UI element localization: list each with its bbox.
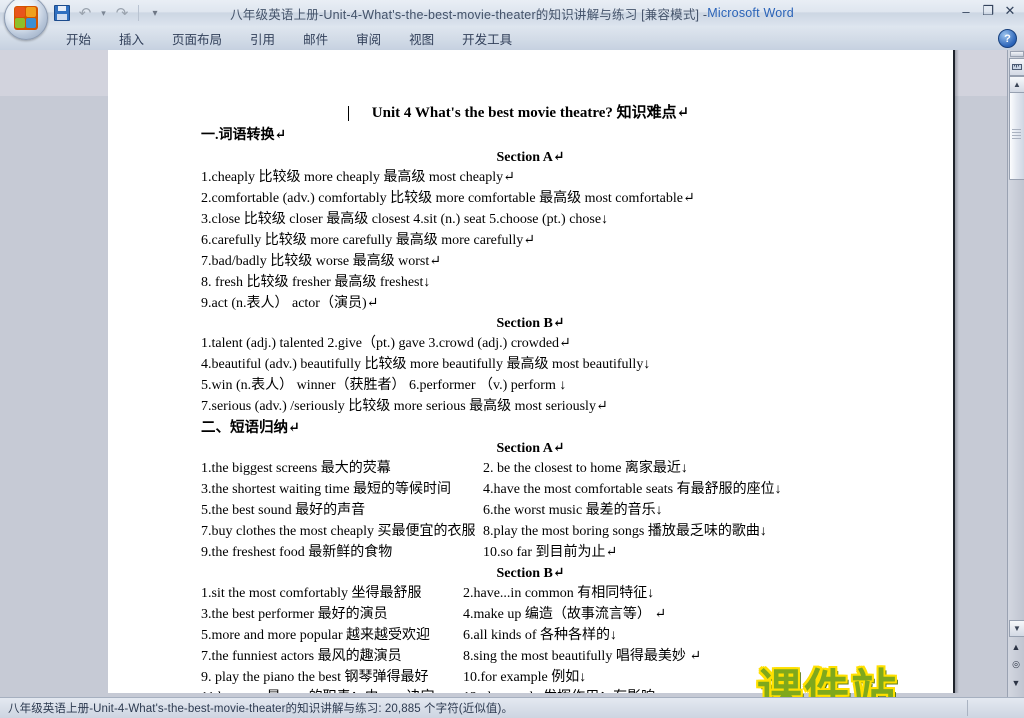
ribbon-tabs: 开始 插入 页面布局 引用 邮件 审阅 视图 开发工具 [52,26,526,50]
next-page-icon: ▼ [1011,677,1021,688]
scroll-up-button[interactable]: ▲ [1009,76,1024,93]
section-a-label: Section A↵ [496,150,565,165]
ruler-icon [1012,64,1022,70]
document-heading: Unit 4 What's the best movie theatre? 知识… [371,105,690,121]
phrase-line-right: 12.play a role 发挥作用；有影响↓ [463,691,662,694]
next-page-button[interactable]: ▼ [1010,676,1022,689]
word-line: 9.act (n.表人） actor（演员)↵ [201,296,379,311]
tab-home[interactable]: 开始 [52,25,105,52]
phrase-line-left: 9.the freshest food 最新鲜的食物 [201,545,393,560]
section-b-label: Section B↵ [496,316,565,331]
scrollbar-thumb[interactable] [1009,92,1024,180]
close-button[interactable]: ✕ [1000,2,1020,20]
phrase-line-left: 5.the best sound 最好的声音 [201,503,366,518]
chevron-down-icon: ▾ [101,7,106,18]
tab-references[interactable]: 引用 [236,25,289,52]
tab-page-layout[interactable]: 页面布局 [158,25,236,52]
save-button[interactable] [52,3,72,23]
document-content[interactable]: Unit 4 What's the best movie theatre? 知识… [108,50,953,694]
word-line: 7.bad/badly 比较级 worse 最高级 worst↵ [201,254,441,269]
previous-page-button[interactable]: ▲ [1010,640,1022,653]
word-line: 5.win (n.表人） winner（获胜者） 6.performer （v.… [201,378,567,393]
redo-icon: ↷ [115,4,129,22]
phrase-line-left: 7.the funniest actors 最风的趣演员 [201,649,402,664]
undo-button[interactable]: ↶ [75,3,95,23]
undo-icon: ↶ [78,4,92,22]
word-line: 4.beautiful (adv.) beautifully 比较级 more … [201,357,651,372]
window-controls: – ❐ ✕ [956,2,1020,20]
word-line: 2.comfortable (adv.) comfortably 比较级 mor… [201,191,695,206]
quick-access-toolbar: ↶ ▾ ↷ ▾ [52,2,165,24]
phrase-section-a-label: Section A↵ [496,441,565,456]
phrase-line-left: 3.the shortest waiting time 最短的等候时间 [201,482,452,497]
chevron-down-icon: ▼ [1013,624,1021,633]
tab-insert[interactable]: 插入 [105,25,158,52]
phrase-line-left: 7.buy clothes the most cheaply 买最便宜的衣服 [201,524,476,539]
phrase-section-b-label: Section B↵ [496,566,565,581]
phrase-line-left: 3.the best performer 最好的演员 [201,607,388,622]
window-title-text: 八年级英语上册-Unit-4-What's-the-best-movie-the… [230,7,708,22]
phrase-line-left: 5.more and more popular 越来越受欢迎 [201,628,431,643]
previous-page-icon: ▲ [1011,641,1021,652]
word-application-window: ↶ ▾ ↷ ▾ 八年级英语上册-Unit-4-What's-the-best-m… [0,0,1024,718]
phrase-line-right: 10.for example 例如↓ [463,670,587,685]
phrase-line-right: 4.make up 编造（故事流言等） ↵ [463,607,667,622]
split-window-handle[interactable] [1010,51,1024,57]
document-workspace: Unit 4 What's the best movie theatre? 知识… [0,50,1024,698]
phrase-line-right: 6.all kinds of 各种各样的↓ [463,628,617,643]
phrase-line-right: 2.have...in common 有相同特征↓ [463,586,655,601]
tab-review[interactable]: 审阅 [342,25,395,52]
application-name: Microsoft Word [707,6,794,20]
section-1-title: 一.词语转换↵ [201,128,287,143]
office-logo-icon [14,6,38,30]
browse-object-icon: ◎ [1012,659,1020,669]
phrase-line-right: 4.have the most comfortable seats 有最舒服的座… [483,482,782,497]
phrase-line-right: 8.sing the most beautifully 唱得最美妙 ↵ [463,649,702,664]
phrase-line-left: 1.sit the most comfortably 坐得最舒服 [201,586,422,601]
vertical-scrollbar[interactable]: ▲ ▼ ▲ ◎ ▼ [1007,50,1024,698]
save-icon [54,5,70,21]
phrase-line-right: 6.the worst music 最差的音乐↓ [483,503,663,518]
scrollbar-grip-icon [1012,129,1021,139]
phrase-line-left: 9. play the piano the best 钢琴弹得最好 [201,670,429,685]
chevron-down-icon: ▾ [152,7,158,19]
phrase-line-left: 1.the biggest screens 最大的荧幕 [201,461,391,476]
scroll-down-button[interactable]: ▼ [1009,620,1024,637]
chevron-up-icon: ▲ [1013,80,1021,89]
word-line: 7.serious (adv.) /seriously 比较级 more ser… [201,399,608,414]
word-line: 1.cheaply 比较级 more cheaply 最高级 most chea… [201,170,515,185]
status-bar-divider [967,700,968,716]
status-bar-text: 八年级英语上册-Unit-4-What's-the-best-movie-the… [8,703,514,715]
word-line: 6.carefully 比较级 more carefully 最高级 more … [201,233,535,248]
tab-mailings[interactable]: 邮件 [289,25,342,52]
tab-developer[interactable]: 开发工具 [448,25,526,52]
restore-button[interactable]: ❐ [978,2,998,20]
help-button[interactable]: ? [998,29,1017,48]
phrase-line-right: 10.so far 到目前为止↵ [483,545,618,560]
word-line: 3.close 比较级 closer 最高级 closest 4.sit (n.… [201,212,609,227]
phrase-line-right: 8.play the most boring songs 播放最乏味的歌曲↓ [483,524,767,539]
section-2-title: 二、短语归纳↵ [201,420,301,436]
phrase-line-right: 2. be the closest to home 离家最近↓ [483,461,688,476]
toolbar-divider [138,5,139,21]
status-bar: 八年级英语上册-Unit-4-What's-the-best-movie-the… [0,697,1024,718]
customize-quick-access-button[interactable]: ▾ [145,3,165,23]
undo-dropdown-button[interactable]: ▾ [98,3,109,23]
select-browse-object-button[interactable]: ◎ [1010,658,1022,671]
document-page[interactable]: Unit 4 What's the best movie theatre? 知识… [108,50,955,693]
minimize-button[interactable]: – [956,2,976,20]
word-line: 8. fresh 比较级 fresher 最高级 freshest↓ [201,275,431,290]
redo-button[interactable]: ↷ [112,3,132,23]
view-ruler-button[interactable] [1009,58,1024,76]
tab-view[interactable]: 视图 [395,25,448,52]
ribbon-tab-strip: 开始 插入 页面布局 引用 邮件 审阅 视图 开发工具 ? [0,26,1024,51]
title-bar: ↶ ▾ ↷ ▾ 八年级英语上册-Unit-4-What's-the-best-m… [0,0,1024,40]
word-line: 1.talent (adj.) talented 2.give（pt.) gav… [201,336,571,351]
phrase-line-left: 11.be up to 是……的职责；由……决定 [201,691,435,694]
